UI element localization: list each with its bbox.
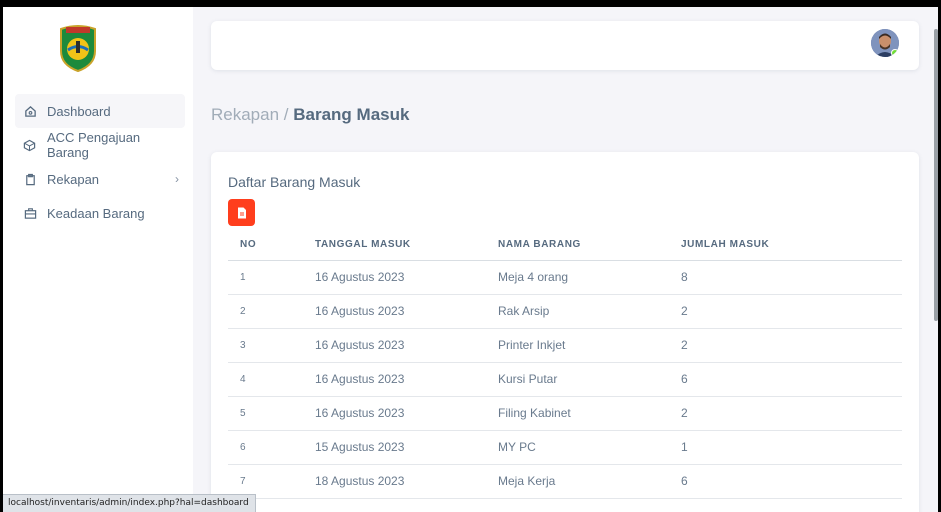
- cell-jumlah: 2: [669, 396, 902, 431]
- barang-masuk-card: Daftar Barang Masuk NO TANGGAL MASUK NAM…: [211, 152, 919, 512]
- table-row: 7 18 Agustus 2023 Meja Kerja 6: [228, 464, 902, 499]
- card-title: Daftar Barang Masuk: [228, 174, 361, 190]
- home-icon: [23, 104, 37, 118]
- cell-jumlah: 2: [669, 294, 902, 329]
- app-frame: Dashboard ACC Pengajuan Barang Rekapan ›: [3, 7, 938, 512]
- clipboard-icon: [23, 172, 37, 186]
- cell-tanggal: 18 Agustus 2023: [303, 464, 486, 499]
- cell-nama-barang: Kursi Putar: [486, 362, 669, 397]
- cell-jumlah: 6: [669, 464, 902, 499]
- cube-icon: [23, 138, 37, 152]
- table-row: 3 16 Agustus 2023 Printer Inkjet 2: [228, 328, 902, 363]
- chevron-right-icon: ›: [175, 172, 179, 186]
- sidebar-item-label: Rekapan: [47, 171, 100, 187]
- table-row: 5 16 Agustus 2023 Filing Kabinet 2: [228, 396, 902, 431]
- sidebar-item-label: Dashboard: [47, 103, 111, 119]
- cell-no: 6: [228, 430, 303, 465]
- table-row: 6 15 Agustus 2023 MY PC 1: [228, 430, 902, 465]
- cell-nama-barang: Filing Kabinet: [486, 396, 669, 431]
- sidebar: Dashboard ACC Pengajuan Barang Rekapan ›: [3, 7, 193, 512]
- column-header-tanggal[interactable]: TANGGAL MASUK: [303, 230, 486, 261]
- cell-nama-barang: MY PC: [486, 430, 669, 465]
- breadcrumb: Rekapan / Barang Masuk: [211, 105, 409, 125]
- cell-jumlah: 8: [669, 260, 902, 295]
- sidebar-item-rekapan[interactable]: Rekapan ›: [15, 162, 185, 196]
- sidebar-item-acc-pengajuan[interactable]: ACC Pengajuan Barang: [15, 128, 185, 162]
- sidebar-item-dashboard[interactable]: Dashboard: [15, 94, 185, 128]
- vertical-scrollbar[interactable]: [933, 7, 938, 512]
- sidebar-item-keadaan-barang[interactable]: Keadaan Barang: [15, 196, 185, 230]
- sidebar-menu: Dashboard ACC Pengajuan Barang Rekapan ›: [15, 94, 185, 230]
- logo: [57, 21, 99, 73]
- cell-no: 4: [228, 362, 303, 397]
- barang-masuk-table: NO TANGGAL MASUK NAMA BARANG JUMLAH MASU…: [228, 230, 902, 499]
- table-row: 2 16 Agustus 2023 Rak Arsip 2: [228, 294, 902, 329]
- cell-jumlah: 1: [669, 430, 902, 465]
- cell-no: 2: [228, 294, 303, 329]
- online-status-dot: [891, 49, 899, 57]
- briefcase-icon: [23, 206, 37, 220]
- table-row: 1 16 Agustus 2023 Meja 4 orang 8: [228, 260, 902, 295]
- table-row: 4 16 Agustus 2023 Kursi Putar 6: [228, 362, 902, 397]
- cell-tanggal: 16 Agustus 2023: [303, 294, 486, 329]
- avatar[interactable]: [871, 29, 899, 57]
- cell-tanggal: 16 Agustus 2023: [303, 396, 486, 431]
- export-pdf-button[interactable]: [228, 199, 255, 226]
- browser-status-url: localhost/inventaris/admin/index.php?hal…: [3, 494, 256, 512]
- cell-tanggal: 16 Agustus 2023: [303, 328, 486, 363]
- column-header-no[interactable]: NO: [228, 230, 303, 261]
- scrollbar-thumb[interactable]: [934, 29, 938, 321]
- cell-nama-barang: Rak Arsip: [486, 294, 669, 329]
- cell-no: 5: [228, 396, 303, 431]
- top-navbar: [211, 21, 919, 70]
- cell-jumlah: 2: [669, 328, 902, 363]
- cell-tanggal: 15 Agustus 2023: [303, 430, 486, 465]
- cell-no: 3: [228, 328, 303, 363]
- column-header-jumlah[interactable]: JUMLAH MASUK: [669, 230, 902, 261]
- breadcrumb-parent[interactable]: Rekapan /: [211, 105, 289, 124]
- cell-jumlah: 6: [669, 362, 902, 397]
- cell-nama-barang: Printer Inkjet: [486, 328, 669, 363]
- sidebar-item-label: ACC Pengajuan Barang: [46, 130, 141, 160]
- cell-nama-barang: Meja 4 orang: [486, 260, 669, 295]
- column-header-nama[interactable]: NAMA BARANG: [486, 230, 669, 261]
- cell-tanggal: 16 Agustus 2023: [303, 362, 486, 397]
- cell-nama-barang: Meja Kerja: [486, 464, 669, 499]
- cell-no: 1: [228, 260, 303, 295]
- table-header-row: NO TANGGAL MASUK NAMA BARANG JUMLAH MASU…: [228, 230, 902, 261]
- page-title: Barang Masuk: [293, 105, 410, 124]
- cell-tanggal: 16 Agustus 2023: [303, 260, 486, 295]
- sidebar-item-label: Keadaan Barang: [47, 205, 145, 221]
- file-pdf-icon: [237, 207, 246, 218]
- cell-no: 7: [228, 464, 303, 499]
